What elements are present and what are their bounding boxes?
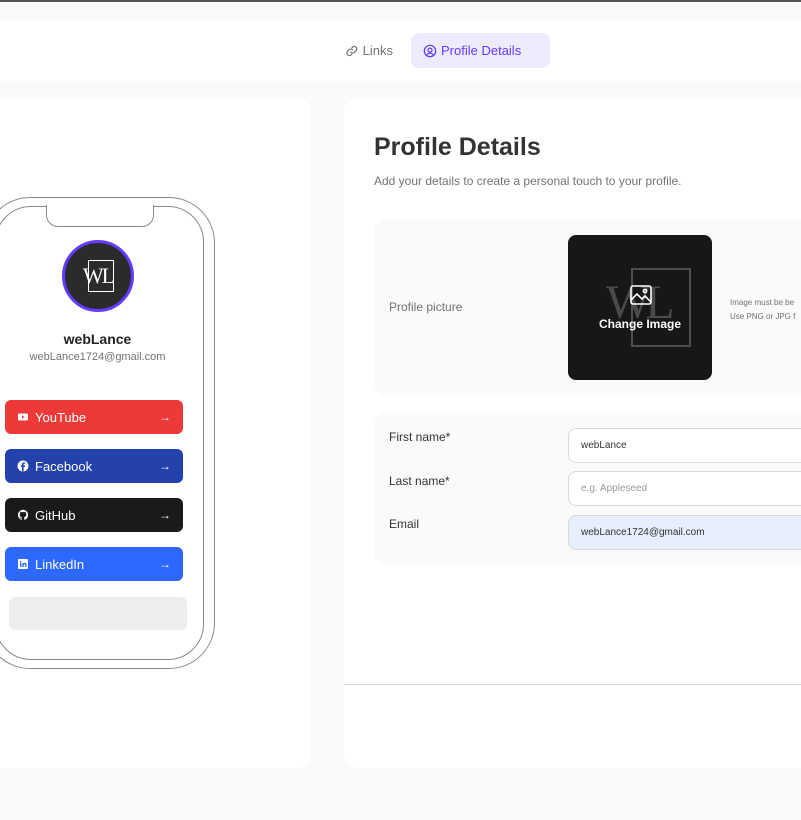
page-subtitle: Add your details to create a personal to… [374,174,682,188]
header-bar: Links Profile Details [0,20,801,81]
change-image-label: Change Image [598,317,682,331]
image-upload-icon [630,285,652,305]
tab-links[interactable]: Links [333,33,405,68]
arrow-right-icon: → [159,410,171,424]
arrow-right-icon: → [159,459,171,473]
preview-avatar: WL [62,240,134,312]
preview-link-placeholder [9,597,187,630]
preview-link-github[interactable]: GitHub → [5,498,183,532]
image-note-line2: Use PNG or JPG f [730,312,796,321]
image-note-line1: Image must be be [730,298,795,307]
footer-divider [344,684,801,685]
window-top-border [0,0,801,2]
arrow-right-icon: → [159,508,171,522]
preview-link-youtube[interactable]: YouTube → [5,400,183,434]
first-name-label: First name* [389,430,451,444]
tab-profile-details[interactable]: Profile Details [411,33,550,68]
last-name-label: Last name* [389,474,450,488]
image-requirements-note: Image must be be Use PNG or JPG f [730,296,795,324]
user-circle-icon [423,44,437,57]
profile-picture-upload[interactable]: WL Change Image [568,235,712,380]
last-name-field[interactable] [568,471,801,506]
preview-link-facebook-label: Facebook [35,458,93,474]
tab-links-label: Links [362,43,393,58]
link-icon [346,45,358,56]
avatar-frame [88,260,114,292]
linkedin-icon [17,558,29,570]
preview-link-facebook[interactable]: Facebook → [5,449,183,483]
preview-email: webLance1724@gmail.com [29,351,166,363]
profile-picture-frame [631,268,691,347]
profile-picture-label: Profile picture [389,300,463,314]
email-label: Email [389,517,420,531]
first-name-field[interactable] [568,428,801,463]
phone-notch [46,205,154,227]
preview-link-linkedin-label: LinkedIn [35,556,85,572]
facebook-icon [17,460,29,472]
preview-link-github-label: GitHub [35,507,76,523]
github-icon [17,509,29,521]
preview-link-linkedin[interactable]: LinkedIn → [5,547,183,581]
preview-name: webLance [63,331,132,347]
youtube-icon [17,411,29,423]
email-field[interactable] [568,515,801,550]
tab-profile-details-label: Profile Details [441,43,522,58]
arrow-right-icon: → [159,557,171,571]
preview-link-youtube-label: YouTube [35,409,87,425]
page-title: Profile Details [374,133,541,161]
